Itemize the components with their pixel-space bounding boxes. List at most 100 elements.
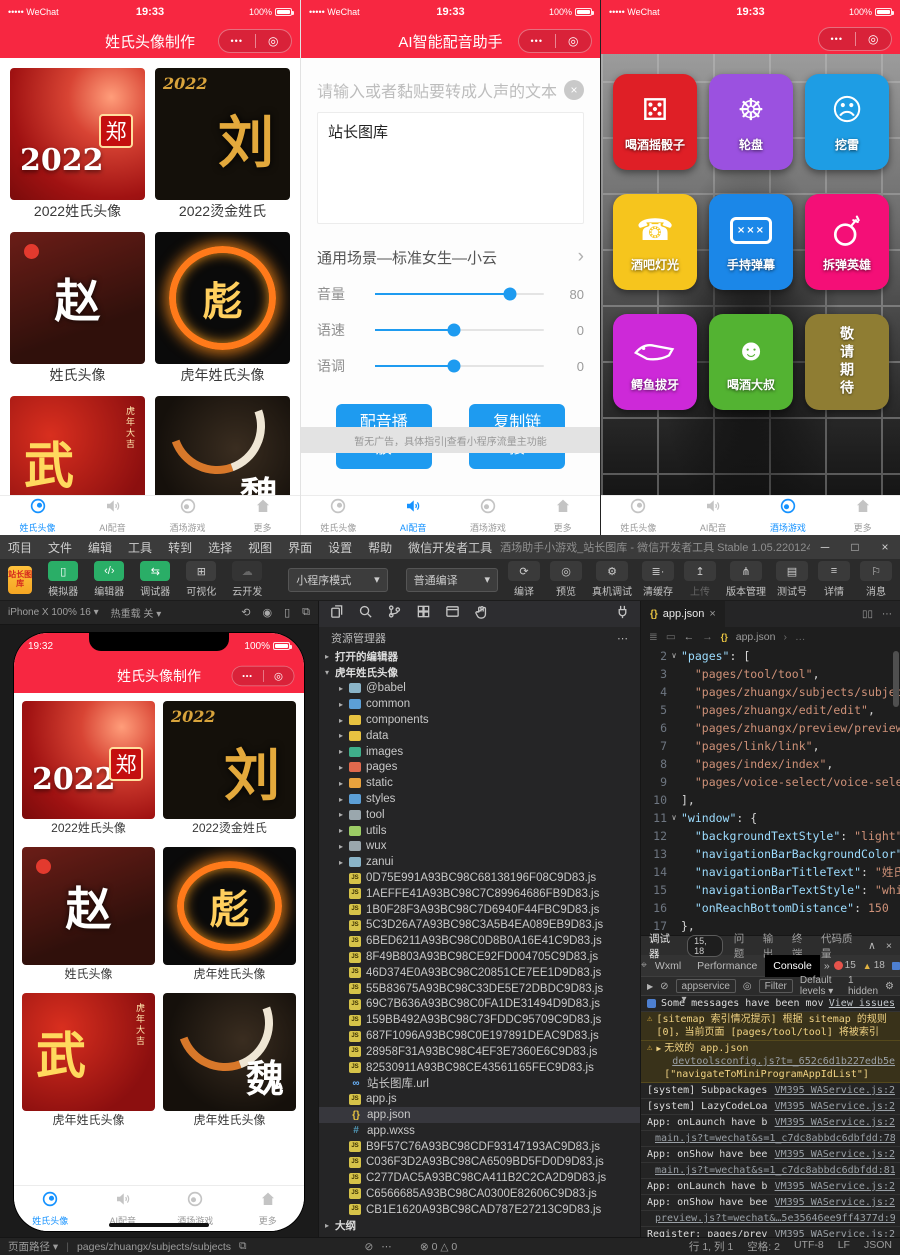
game-tile-手持弹幕[interactable]: ×××手持弹幕 [709, 194, 793, 290]
tree-item-@babel[interactable]: ▸@babel [319, 681, 640, 697]
tts-text-input[interactable]: 站长图库 [317, 112, 584, 224]
tab-AI配音[interactable]: AI配音 [676, 496, 751, 535]
nav-forward-icon[interactable]: → [702, 631, 713, 643]
game-tile-鳄鱼拔牙[interactable]: 鳄鱼拔牙 [613, 314, 697, 410]
avatar-image-redtiger[interactable]: 武虎年大吉 [10, 396, 145, 495]
tree-item-tool[interactable]: ▸tool [319, 807, 640, 823]
tree-section-虎年姓氏头像[interactable]: ▾虎年姓氏头像 [319, 665, 640, 681]
files-icon[interactable] [329, 604, 344, 624]
avatar-image-tiger2[interactable]: 魏 [155, 396, 290, 495]
slider-knob[interactable] [448, 324, 461, 337]
avatar-item[interactable]: 魏虎年姓氏头像 [155, 396, 290, 495]
slider-track[interactable] [375, 293, 544, 295]
source-link[interactable]: VM395 WAService.js:2 [767, 1180, 895, 1193]
eye-icon[interactable]: ◎ [743, 981, 752, 992]
close-tab-icon[interactable]: × [709, 608, 715, 620]
menu-帮助[interactable]: 帮助 [360, 539, 400, 556]
voice-select-row[interactable]: 通用场景—标准女生—小云 › [317, 246, 584, 268]
tab-AI配音[interactable]: AI配音 [75, 496, 150, 535]
tree-item-C6566685A93BC98CA0300E82606C9D83.js[interactable]: JSC6566685A93BC98CA0300E82606C9D83.js [319, 1186, 640, 1202]
more-icon[interactable]: ⋯ [381, 1241, 392, 1253]
cursor-position[interactable]: 行 1, 列 1 [689, 1239, 733, 1254]
tree-item-8F49B803A93BC98CE92FD004705C9D83.js[interactable]: JS8F49B803A93BC98CE92FD004705C9D83.js [319, 949, 640, 965]
tree-section-打开的编辑器[interactable]: ▸打开的编辑器 [319, 649, 640, 665]
avatar-item[interactable]: 赵姓氏头像 [10, 232, 145, 386]
tree-item-zanui[interactable]: ▸zanui [319, 854, 640, 870]
devtools-tab-Console[interactable]: Console [765, 955, 820, 977]
minimize-icon[interactable]: ─ [810, 540, 840, 554]
game-tile-喝酒摇骰子[interactable]: ⚄喝酒摇骰子 [613, 74, 697, 170]
clear-text-icon[interactable]: × [564, 80, 584, 100]
console-row[interactable]: App: onShow have been invokedVM395 WASer… [641, 1195, 900, 1211]
extensions-icon[interactable] [416, 604, 431, 624]
language-mode[interactable]: JSON [864, 1239, 892, 1254]
tree-item-app.json[interactable]: {}app.json [319, 1107, 640, 1123]
wechat-capsule[interactable]: •••◎ [818, 27, 892, 51]
tab-酒场游戏[interactable]: 酒场游戏 [751, 496, 826, 535]
avatar-item[interactable]: 武虎年大吉虎年姓氏头像 [10, 396, 145, 495]
tab-更多[interactable]: 更多 [825, 496, 900, 535]
console-row[interactable]: [system] LazyCodeLoading: falseVM395 WAS… [641, 1099, 900, 1115]
console-settings-icon[interactable]: ⚙ [885, 981, 894, 992]
more-tabs-icon[interactable]: » [820, 960, 834, 972]
maximize-icon[interactable]: □ [840, 540, 870, 554]
menu-微信开发者工具[interactable]: 微信开发者工具 [400, 539, 500, 556]
fold-chevron-icon[interactable]: ∨ [667, 809, 681, 827]
close-panel-icon[interactable]: × [886, 940, 892, 952]
source-link[interactable]: VM395 WAService.js:2 [767, 1116, 895, 1129]
tab-姓氏头像[interactable]: 姓氏头像 [0, 496, 75, 535]
device-frame-icon[interactable]: ▯ [284, 606, 290, 619]
code-editor[interactable]: 2∨"pages": [3 "pages/tool/tool",4 "pages… [641, 647, 900, 935]
tree-item-pages[interactable]: ▸pages [319, 760, 640, 776]
encoding[interactable]: UTF-8 [794, 1239, 824, 1254]
avatar-item[interactable]: 武虎年大吉虎年姓氏头像 [22, 993, 155, 1131]
page-path-select[interactable]: 页面路径 ▾ [8, 1239, 58, 1254]
tab-AI配音[interactable]: AI配音 [376, 496, 451, 535]
tree-item-C277DAC5A93BC98CA411B2C2CA2D9D83.js[interactable]: JSC277DAC5A93BC98CA411B2C2CA2D9D83.js [319, 1170, 640, 1186]
voice-select-value[interactable]: 通用场景—标准女生—小云 [317, 247, 497, 268]
context-select[interactable]: appservice ▾ [676, 979, 736, 993]
toolbar-button-预览[interactable]: ◎预览 [550, 561, 582, 598]
console-row[interactable]: ⚠[sitemap 索引情况提示] 根据 sitemap 的规则[0]，当前页面… [641, 1012, 900, 1041]
console-row[interactable]: ⚠▶无效的 app.jsondevtoolsconfig.js?t=_652c6… [641, 1041, 900, 1083]
tab-姓氏头像[interactable]: 姓氏头像 [14, 1186, 87, 1231]
tree-item-B9F57C76A93BC98CDF93147193AC9D83.js[interactable]: JSB9F57C76A93BC98CDF93147193AC9D83.js [319, 1139, 640, 1155]
tree-item-站长图库.url[interactable]: ∞站长图库.url [319, 1076, 640, 1092]
toolbar-button-云开发[interactable]: ☁云开发 [224, 561, 270, 598]
avatar-image-fire[interactable]: 彪 [155, 232, 290, 364]
filter-input[interactable]: Filter [759, 979, 793, 993]
tree-item-styles[interactable]: ▸styles [319, 791, 640, 807]
tree-item-app.js[interactable]: JSapp.js [319, 1091, 640, 1107]
console-row[interactable]: App: onLaunch have been invokedVM395 WAS… [641, 1115, 900, 1131]
expand-caret-icon[interactable]: ▶ [656, 1042, 661, 1055]
more-icon[interactable]: ••• [232, 672, 262, 681]
home-target-icon[interactable]: ◎ [556, 34, 592, 48]
home-target-icon[interactable]: ◎ [263, 670, 293, 682]
indent-setting[interactable]: 空格: 2 [747, 1239, 780, 1254]
outline-icon[interactable]: ≣ [649, 631, 658, 643]
multi-window-icon[interactable]: ⧉ [302, 606, 310, 619]
home-target-icon[interactable]: ◎ [856, 32, 892, 46]
toolbar-button-可视化[interactable]: ⊞可视化 [178, 561, 224, 598]
tree-item-components[interactable]: ▸components [319, 712, 640, 728]
wechat-capsule[interactable]: •••◎ [232, 666, 295, 686]
tree-item-data[interactable]: ▸data [319, 728, 640, 744]
game-tile-喝酒大叔[interactable]: ☻喝酒大叔 [709, 314, 793, 410]
play-icon[interactable]: ▶ [647, 982, 653, 991]
hot-reload-toggle[interactable]: 热重载 关 ▾ [111, 605, 162, 620]
tree-item-687F1096A93BC98C0E197891DEAC9D83.js[interactable]: JS687F1096A93BC98C0E197891DEAC9D83.js [319, 1028, 640, 1044]
home-target-icon[interactable]: ◎ [256, 34, 292, 48]
eol[interactable]: LF [838, 1239, 850, 1254]
console-row[interactable]: App: onLaunch have been invokedVM395 WAS… [641, 1179, 900, 1195]
game-tile-拆弹英雄[interactable]: 拆弹英雄 [805, 194, 889, 290]
avatar-item[interactable]: 2022刘2022烫金姓氏 [155, 68, 290, 222]
log-levels-select[interactable]: Default levels ▾ [800, 975, 841, 997]
toolbar-button-测试号[interactable]: ▤测试号 [776, 561, 808, 598]
tree-item-69C7B636A93BC98C0FA1DE31494D9D83.js[interactable]: JS69C7B636A93BC98C0FA1DE31494D9D83.js [319, 997, 640, 1013]
bookmark-icon[interactable]: ▭ [666, 631, 676, 643]
avatar-image-gold[interactable]: 2022刘 [163, 701, 296, 819]
hand-icon[interactable] [474, 604, 489, 624]
game-tile-挖雷[interactable]: ☹挖雷 [805, 74, 889, 170]
game-tile-酒吧灯光[interactable]: ☎酒吧灯光 [613, 194, 697, 290]
editor-scrollbar[interactable] [893, 651, 899, 707]
